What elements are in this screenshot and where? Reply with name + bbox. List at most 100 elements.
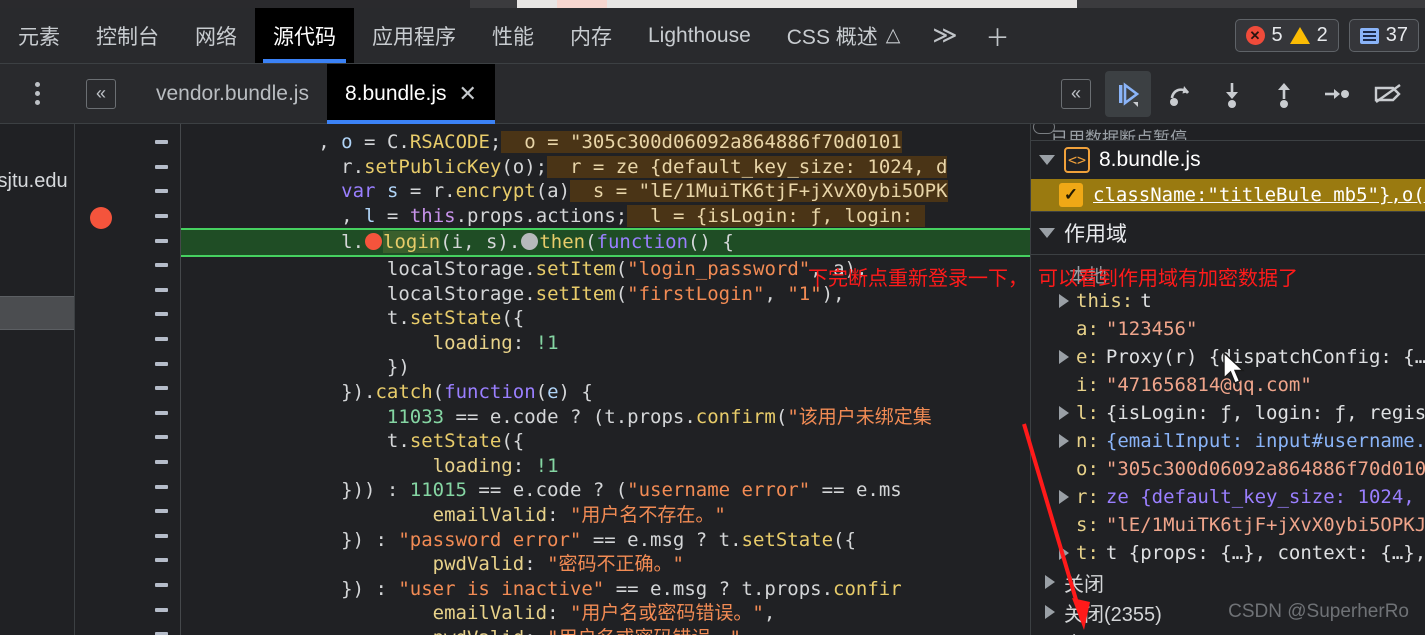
code-line[interactable]: pwdValid: "密码不正确。" bbox=[181, 552, 1030, 577]
chevron-right-icon[interactable] bbox=[1059, 294, 1069, 308]
scope-closure-row[interactable]: 关闭 bbox=[1031, 567, 1425, 597]
inline-async-breakpoint-icon[interactable] bbox=[521, 233, 539, 251]
code-token: r bbox=[341, 155, 353, 178]
devtools-tabbar: 元素 控制台 网络 源代码 应用程序 性能 内存 Lighthouse CSS … bbox=[0, 8, 1425, 64]
scope-variable-row[interactable]: l: {isLogin: ƒ, login: ƒ, regist bbox=[1031, 399, 1425, 427]
chevron-right-icon[interactable] bbox=[1059, 406, 1069, 420]
code-line[interactable]: loading: !1 bbox=[181, 331, 1030, 356]
code-line[interactable]: r.setPublicKey(o); r = ze {default_key_s… bbox=[181, 155, 1030, 180]
navigator-selected-row[interactable] bbox=[0, 296, 74, 330]
code-line[interactable]: , l = this.props.actions; l = {isLogin: … bbox=[181, 204, 1030, 229]
chevron-right-icon[interactable] bbox=[1059, 350, 1069, 364]
code-line[interactable]: }) : "user is inactive" == e.msg ? t.pro… bbox=[181, 577, 1030, 602]
code-token: encrypt bbox=[455, 180, 536, 203]
more-tabs-label: ≫ bbox=[932, 22, 958, 49]
line-number bbox=[143, 204, 180, 229]
scope-variable-row[interactable]: a: "123456" bbox=[1031, 315, 1425, 343]
tab-console[interactable]: 控制台 bbox=[78, 8, 177, 63]
navigator-panel[interactable]: .sjtu.edu bbox=[0, 124, 75, 635]
breakpoint-marker-icon[interactable] bbox=[90, 207, 112, 229]
chevron-right-icon[interactable] bbox=[1059, 546, 1069, 560]
code-line[interactable]: 11033 == e.code ? (t.props.confirm("该用户未… bbox=[181, 405, 1030, 430]
code-editor[interactable]: , o = C.RSACODE; o = "305c300d06092a8648… bbox=[181, 124, 1030, 635]
deactivate-breakpoints-icon[interactable] bbox=[1365, 71, 1411, 117]
code-line[interactable]: })) : 11015 == e.code ? ("username error… bbox=[181, 478, 1030, 503]
message-icon bbox=[1359, 27, 1379, 44]
breakpoint-gutter[interactable] bbox=[75, 124, 143, 635]
code-token: function bbox=[444, 380, 536, 403]
more-options-icon[interactable] bbox=[0, 91, 74, 96]
step-out-of-current-function-icon[interactable] bbox=[1261, 71, 1307, 117]
error-warning-badge[interactable]: ✕ 5 2 bbox=[1234, 19, 1339, 52]
chevron-right-icon[interactable] bbox=[1045, 575, 1055, 589]
code-line[interactable]: , o = C.RSACODE; o = "305c300d06092a8648… bbox=[181, 130, 1030, 155]
scope-variable-row[interactable]: this: t bbox=[1031, 287, 1425, 315]
chevron-right-icon[interactable] bbox=[1059, 490, 1069, 504]
code-line[interactable]: }) bbox=[181, 355, 1030, 380]
tab-css-overview[interactable]: CSS 概述 △ bbox=[769, 8, 919, 63]
code-line[interactable]: loading: !1 bbox=[181, 454, 1030, 479]
show-navigator-icon[interactable]: « bbox=[86, 78, 116, 109]
message-badge[interactable]: 37 bbox=[1348, 19, 1419, 52]
show-navigator-label: « bbox=[95, 83, 106, 103]
close-icon[interactable]: ✕ bbox=[459, 81, 477, 107]
code-line[interactable]: t.setState({ bbox=[181, 306, 1030, 331]
breakpoint-entry[interactable]: ✓ className:"titleBule mb5"},o((( bbox=[1031, 179, 1425, 211]
code-token: () { bbox=[688, 231, 734, 254]
scope-variable-row[interactable]: n: {emailInput: input#username. bbox=[1031, 427, 1425, 455]
tab-sources[interactable]: 源代码 bbox=[255, 8, 354, 63]
scope-variable-name: a: bbox=[1076, 318, 1099, 340]
pause-on-data-breakpoint-row[interactable]: 已用数据断点暂停 bbox=[1031, 124, 1425, 140]
code-token: , bbox=[764, 282, 788, 305]
step-icon[interactable] bbox=[1313, 71, 1359, 117]
toggle-icon[interactable] bbox=[1033, 124, 1055, 134]
code-line[interactable]: }).catch(function(e) { bbox=[181, 380, 1030, 405]
tab-memory[interactable]: 内存 bbox=[552, 8, 630, 63]
tab-application[interactable]: 应用程序 bbox=[354, 8, 474, 63]
chevron-down-icon[interactable] bbox=[1039, 228, 1055, 238]
code-line-executing[interactable]: l. login(i, s). then(function() { bbox=[181, 228, 1030, 257]
inline-variable-value: r = ze {default_key_size: 1024, d bbox=[547, 155, 948, 178]
line-number bbox=[143, 573, 180, 598]
code-line[interactable]: var s = r.encrypt(a) s = "lE/1MuiTK6tjF+… bbox=[181, 179, 1030, 204]
scope-section-header[interactable]: 作用域 bbox=[1031, 211, 1425, 254]
code-line[interactable]: emailValid: "用户名或密码错误。", bbox=[181, 601, 1030, 626]
checkbox-checked-icon[interactable]: ✓ bbox=[1059, 183, 1083, 207]
scope-variable-row[interactable]: o: "305c300d06092a864886f70d010 bbox=[1031, 455, 1425, 483]
breakpoint-file-header[interactable]: <> 8.bundle.js bbox=[1031, 140, 1425, 179]
step-into-next-function-call-icon[interactable] bbox=[1209, 71, 1255, 117]
scope-variable-row[interactable]: r: ze {default_key_size: 1024, d bbox=[1031, 483, 1425, 511]
scope-closure-row[interactable]: 全局 bbox=[1031, 627, 1425, 635]
scope-variable-row[interactable]: s: "lE/1MuiTK6tjF+jXvX0ybi5OPKJ bbox=[1031, 511, 1425, 539]
code-line[interactable]: t.setState({ bbox=[181, 429, 1030, 454]
tab-performance[interactable]: 性能 bbox=[474, 8, 552, 63]
tab-lighthouse[interactable]: Lighthouse bbox=[630, 8, 769, 63]
step-over-next-function-call-icon[interactable] bbox=[1157, 71, 1203, 117]
tab-network[interactable]: 网络 bbox=[177, 8, 255, 63]
code-token: "password error" bbox=[398, 528, 582, 551]
mouse-cursor-icon bbox=[1222, 351, 1248, 391]
code-line[interactable]: pwdValid: "用户名或密码错误。" bbox=[181, 626, 1030, 635]
chevron-down-icon[interactable] bbox=[1039, 155, 1055, 165]
add-tab-plus-icon[interactable]: ＋ bbox=[972, 8, 1024, 63]
scope-variable-row[interactable]: t: t {props: {…}, context: {…}, bbox=[1031, 539, 1425, 567]
chevron-right-icon[interactable] bbox=[1045, 605, 1055, 619]
resume-script-execution-icon[interactable] bbox=[1105, 70, 1151, 117]
code-line[interactable]: emailValid: "用户名不存在。" bbox=[181, 503, 1030, 528]
file-tab-vendor-bundle[interactable]: vendor.bundle.js bbox=[138, 64, 327, 124]
code-token: emailValid bbox=[432, 503, 548, 526]
collapse-sidebar-icon[interactable]: « bbox=[1061, 78, 1091, 109]
file-tab-8-bundle[interactable]: 8.bundle.js ✕ bbox=[326, 63, 495, 124]
scope-variable-name: i: bbox=[1076, 374, 1099, 396]
tab-elements[interactable]: 元素 bbox=[0, 8, 78, 63]
chevron-right-icon[interactable] bbox=[1059, 434, 1069, 448]
inline-breakpoint-icon[interactable] bbox=[365, 233, 383, 251]
warning-count: 2 bbox=[1316, 24, 1328, 46]
more-tabs-chevron-icon[interactable]: ≫ bbox=[918, 8, 971, 63]
code-line[interactable]: }) : "password error" == e.msg ? t.setSt… bbox=[181, 528, 1030, 553]
